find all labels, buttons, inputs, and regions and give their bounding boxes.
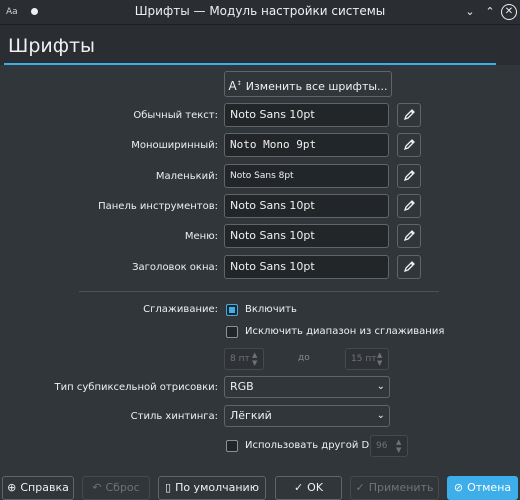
cancel-button[interactable]: ⊘ Отмена xyxy=(447,476,518,500)
font-row-label-window-title: Заголовок окна: xyxy=(132,262,218,273)
font-row-label-fixed: Моноширинный: xyxy=(131,140,218,151)
antialiasing-enable-label[interactable]: Включить xyxy=(245,304,297,315)
section-divider xyxy=(79,291,439,292)
reset-button[interactable]: ↶ Сброс xyxy=(82,476,150,500)
range-from-value: 8 пт xyxy=(230,354,250,364)
font-field-toolbar: Noto Sans 10pt xyxy=(224,194,389,218)
header-accent-line xyxy=(4,63,496,65)
minimize-icon[interactable]: ⌄ xyxy=(462,4,478,20)
help-button[interactable]: ⊕ Справка xyxy=(2,476,74,500)
cancel-label: Отмена xyxy=(467,481,512,494)
pencil-icon xyxy=(403,230,415,242)
maximize-icon[interactable]: ⌃ xyxy=(482,4,498,20)
help-label: Справка xyxy=(20,481,69,494)
close-icon[interactable]: ✕ xyxy=(501,4,517,20)
font-icon: A↕ xyxy=(228,79,242,93)
exclude-range-to-spinbox[interactable]: 15 пт ▲ ▼ xyxy=(345,348,389,370)
apply-label: Применить xyxy=(368,481,434,494)
font-row-label-menu: Меню: xyxy=(184,231,218,242)
edit-font-button-window-title[interactable] xyxy=(397,255,421,279)
font-field-general: Noto Sans 10pt xyxy=(224,103,389,127)
antialiasing-label: Сглаживание: xyxy=(143,304,218,315)
title-bar: Aa Шрифты — Модуль настройки системы ⌄ ⌃… xyxy=(0,0,520,25)
font-row-label-small: Маленький: xyxy=(155,171,218,182)
antialiasing-enable-checkbox[interactable] xyxy=(226,304,238,316)
window-title: Шрифты — Модуль настройки системы xyxy=(134,4,386,18)
font-field-menu: Noto Sans 10pt xyxy=(224,224,389,248)
document-icon: ▯ xyxy=(165,481,172,494)
subpixel-select[interactable]: RGB ⌄ xyxy=(224,376,390,398)
force-dpi-checkbox[interactable] xyxy=(226,440,238,452)
edit-font-button-fixed[interactable] xyxy=(397,133,421,157)
font-field-window-title: Noto Sans 10pt xyxy=(224,255,389,279)
apply-button[interactable]: ✓ Применить xyxy=(350,476,439,500)
page-header: Шрифты xyxy=(0,25,520,65)
exclude-range-from-spinbox[interactable]: 8 пт ▲ ▼ xyxy=(224,348,264,370)
range-to-label: до xyxy=(298,353,310,363)
font-field-fixed: Noto Mono 9pt xyxy=(224,133,389,157)
ok-label: OK xyxy=(307,481,324,494)
help-icon: ⊕ xyxy=(7,481,17,494)
spin-arrows-icon: ▲ ▼ xyxy=(396,438,402,454)
spin-arrows-icon: ▲ ▼ xyxy=(252,351,258,367)
force-dpi-label[interactable]: Использовать другой DPI: xyxy=(245,440,382,451)
ok-button[interactable]: ✓ OK xyxy=(275,476,342,500)
pencil-icon xyxy=(403,200,415,212)
exclude-range-label[interactable]: Исключить диапазон из сглаживания xyxy=(245,326,444,337)
dpi-spinbox[interactable]: 96 ▲ ▼ xyxy=(370,435,408,457)
dpi-value: 96 xyxy=(376,441,388,451)
hinting-value: Лёгкий xyxy=(230,409,272,422)
spin-arrows-icon: ▲ ▼ xyxy=(377,351,383,367)
exclude-range-checkbox[interactable] xyxy=(226,326,238,338)
edit-font-button-small[interactable] xyxy=(397,164,421,188)
subpixel-value: RGB xyxy=(230,380,254,393)
pencil-icon xyxy=(403,109,415,121)
change-all-fonts-label: Изменить все шрифты... xyxy=(245,80,388,93)
pencil-icon xyxy=(403,139,415,151)
defaults-button[interactable]: ▯ По умолчанию xyxy=(158,476,266,500)
edit-font-button-menu[interactable] xyxy=(397,224,421,248)
reset-label: Сброс xyxy=(105,481,140,494)
pencil-icon xyxy=(403,170,415,182)
change-all-fonts-button[interactable]: A↕ Изменить все шрифты... xyxy=(224,71,392,97)
font-row-label-general: Обычный текст: xyxy=(133,110,218,121)
cancel-icon: ⊘ xyxy=(453,481,464,494)
checkmark-icon: ✓ xyxy=(293,481,304,494)
range-to-value: 15 пт xyxy=(351,354,377,364)
chevron-down-icon: ⌄ xyxy=(376,410,385,421)
settings-content: A↕ Изменить все шрифты... Обычный текст: … xyxy=(0,66,520,474)
chevron-down-icon: ⌄ xyxy=(376,381,385,392)
edit-font-button-toolbar[interactable] xyxy=(397,194,421,218)
page-title: Шрифты xyxy=(8,35,96,57)
hinting-select[interactable]: Лёгкий ⌄ xyxy=(224,405,390,427)
undo-icon: ↶ xyxy=(92,481,102,494)
defaults-label: По умолчанию xyxy=(175,481,259,494)
dialog-footer: ⊕ Справка ↶ Сброс ▯ По умолчанию ✓ OK ✓ Приме… xyxy=(0,474,520,500)
hinting-label: Стиль хинтинга: xyxy=(130,411,218,422)
checkmark-icon: ✓ xyxy=(355,481,365,494)
font-row-label-toolbar: Панель инструментов: xyxy=(98,201,218,212)
subpixel-label: Тип субпиксельной отрисовки: xyxy=(54,382,218,393)
font-field-small: Noto Sans 8pt xyxy=(224,164,389,188)
edit-font-button-general[interactable] xyxy=(397,103,421,127)
pencil-icon xyxy=(403,261,415,273)
